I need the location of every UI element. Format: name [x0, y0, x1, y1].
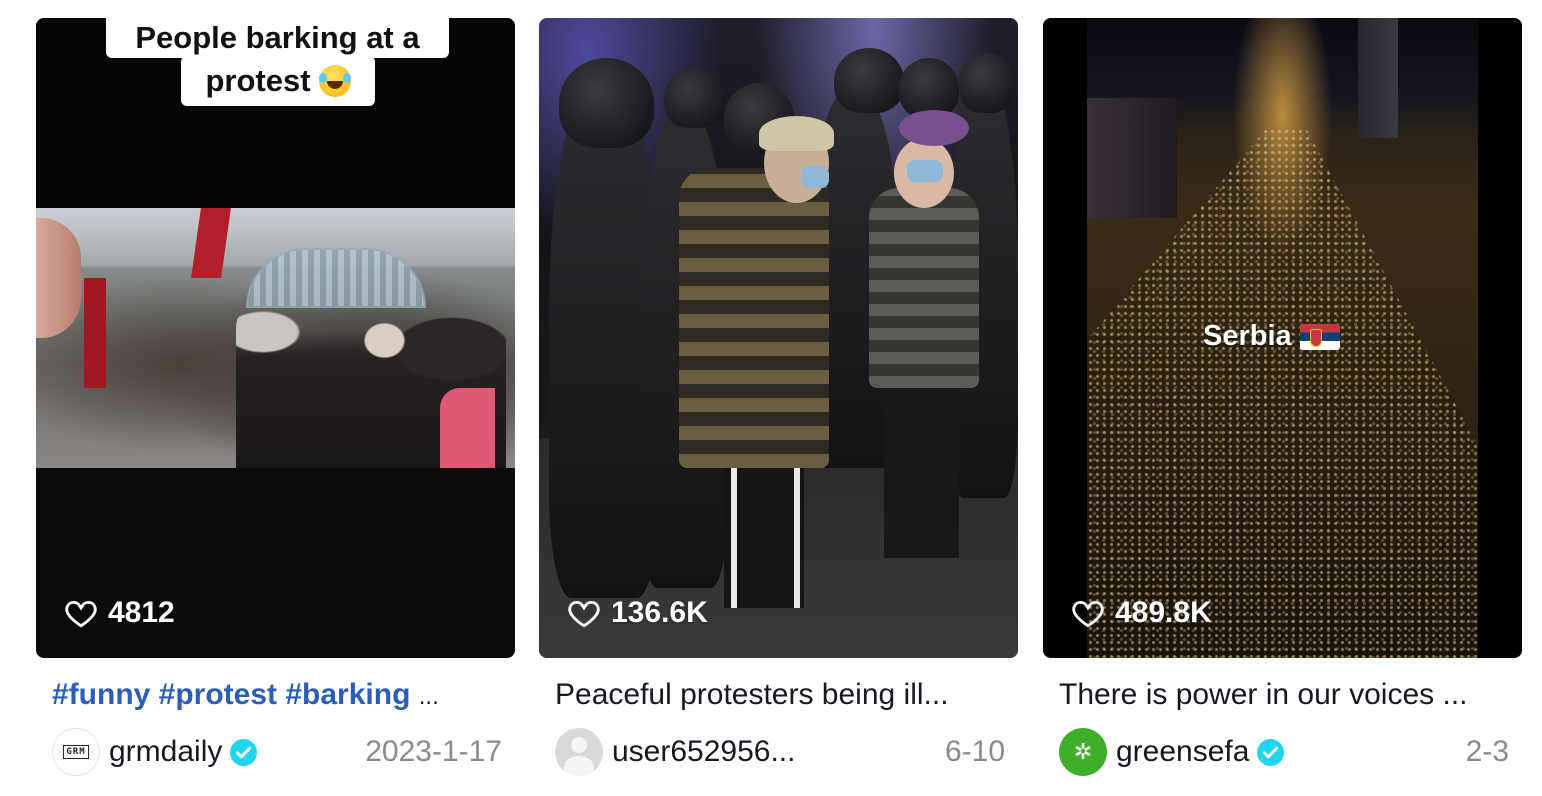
letterbox-left [1043, 18, 1087, 658]
serbia-flag-icon [1299, 323, 1340, 350]
video-grid: People barking at a protest 4812 #funny … [36, 18, 1522, 788]
heart-outline-icon [568, 600, 600, 628]
like-count: 4812 [64, 596, 175, 630]
helmet-shape [559, 58, 654, 148]
like-count-value: 136.6K [611, 596, 708, 629]
thumbnail-caption: Serbia [1203, 320, 1340, 353]
post-date: 6-10 [944, 735, 1005, 768]
thumbnail-caption-text: protest [205, 63, 311, 98]
verified-badge-icon [230, 738, 258, 766]
like-count: 489.8K [1071, 596, 1212, 630]
video-thumbnail[interactable]: People barking at a protest 4812 [36, 18, 515, 658]
tower-shape [1358, 18, 1398, 138]
post-date: 2023-1-17 [365, 735, 502, 768]
thumbnail-caption-text: Serbia [1203, 320, 1292, 352]
avatar[interactable] [555, 728, 603, 776]
avatar[interactable]: ✲ [1059, 728, 1107, 776]
like-count-value: 4812 [108, 596, 175, 629]
red-flag-shape [191, 208, 231, 278]
protester-shape [679, 168, 829, 468]
letterbox-right [1478, 18, 1522, 658]
thumbnail-caption-line2: protest [181, 56, 375, 106]
face-mask-shape [801, 166, 829, 188]
beret-shape [899, 110, 969, 146]
video-card[interactable]: People barking at a protest 4812 #funny … [36, 18, 515, 788]
video-description[interactable]: #funny #protest #barking ... [52, 673, 502, 719]
username[interactable]: grmdaily [109, 735, 222, 769]
verified-badge-icon [1257, 738, 1285, 766]
video-description[interactable]: Peaceful protesters being ill... [555, 673, 1005, 717]
video-card[interactable]: 136.6K Peaceful protesters being ill... … [539, 18, 1018, 788]
helmet-shape [834, 48, 904, 113]
description-text: There is power in our voices ... [1059, 678, 1468, 711]
green-cog-logo-icon: ✲ [1073, 739, 1093, 764]
protester-legs-shape [884, 378, 959, 558]
helmet-shape [959, 53, 1014, 113]
buildings-shape [1087, 98, 1177, 218]
description-text: Peaceful protesters being ill... [555, 678, 949, 711]
avatar[interactable]: GRM [52, 728, 100, 776]
author-row: ✲ greensefa 2-3 [1059, 728, 1509, 776]
like-count-value: 489.8K [1115, 596, 1212, 629]
face-mask-shape [907, 160, 943, 182]
laughing-emoji-icon [318, 65, 351, 97]
video-thumbnail[interactable]: Serbia 489.8K [1043, 18, 1522, 658]
red-flag-shape [84, 278, 106, 388]
thumbnail-caption-line1: People barking at a [106, 18, 449, 58]
thumbnail-video-frame [36, 208, 515, 468]
description-ellipsis: ... [418, 683, 439, 710]
username[interactable]: user652956... [612, 735, 795, 769]
pink-flag-shape [440, 388, 495, 468]
avatar-logo-text: GRM [63, 745, 89, 759]
author-row: GRM grmdaily 2023-1-17 [52, 728, 502, 776]
username[interactable]: greensefa [1116, 735, 1249, 769]
description-text: #funny #protest #barking [52, 678, 411, 711]
post-date: 2-3 [1465, 735, 1509, 768]
head-scarf-shape [759, 116, 834, 151]
helmet-shape [899, 58, 959, 118]
heart-outline-icon [65, 600, 97, 628]
video-thumbnail[interactable]: 136.6K [539, 18, 1018, 658]
author-row: user652956... 6-10 [555, 728, 1005, 776]
heart-outline-icon [1072, 600, 1104, 628]
video-description[interactable]: There is power in our voices ... [1059, 673, 1509, 717]
person-face-shape [36, 218, 81, 338]
protester-shape [869, 188, 979, 388]
video-card[interactable]: Serbia 489.8K There is power in our voic… [1043, 18, 1522, 788]
helmet-shape [664, 68, 724, 128]
like-count: 136.6K [567, 596, 708, 630]
